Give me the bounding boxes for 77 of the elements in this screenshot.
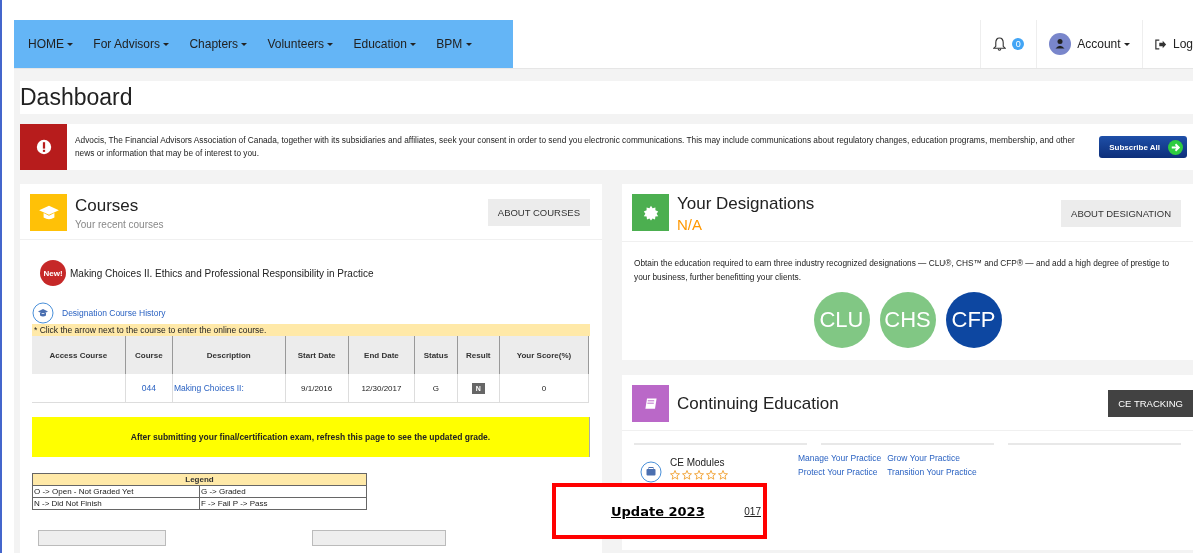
caret-icon [163, 43, 170, 47]
subscribe-all-button[interactable]: Subscribe All [1099, 136, 1187, 158]
table-cell: G [414, 374, 458, 403]
star-icon [670, 470, 680, 480]
table-cell: 12/30/2017 [348, 374, 415, 403]
cut-off-link[interactable]: 017 [744, 505, 761, 517]
new-badge: New! [40, 260, 66, 286]
practice-link[interactable]: Transition Your Practice [887, 467, 977, 477]
book-icon [642, 395, 659, 412]
legend-cell: O -> Open - Not Graded Yet [32, 485, 200, 498]
column-header: Status [414, 336, 458, 374]
grade-notice: After submitting your final/certification exam, refresh this page to see the updated grade. [32, 417, 590, 457]
column-header: Start Date [285, 336, 349, 374]
account-menu[interactable]: Account [1077, 37, 1130, 51]
caret-icon [327, 43, 334, 47]
star-icon [718, 470, 728, 480]
caret-icon [67, 43, 74, 47]
table-cell: 9/1/2016 [285, 374, 349, 403]
panel-subtitle: Your recent courses [75, 218, 165, 230]
practice-link[interactable]: Manage Your Practice [798, 453, 882, 463]
column-header: Your Score(%) [499, 336, 589, 374]
legend-title: Legend [32, 473, 367, 486]
caret-icon [410, 43, 417, 47]
course-link[interactable]: 044 [141, 383, 156, 393]
bell-icon[interactable] [993, 36, 1007, 52]
featured-course: Making Choices II. Ethics and Professional Responsibility in Practice [70, 267, 374, 279]
star-icon [682, 470, 692, 480]
page-title: Dashboard [20, 81, 1193, 114]
nav-menu-item[interactable]: Volunteers [257, 37, 344, 51]
column-header: Result [457, 336, 500, 374]
user-avatar-icon [1049, 33, 1072, 55]
nav-menu-item[interactable]: Education [343, 37, 427, 51]
star-icon [694, 470, 704, 480]
course-history-link[interactable]: Designation Course History [62, 308, 166, 318]
consent-message: Advocis, The Financial Advisors Association of Canada, together with its subsidiaries and affiliates, seek your consent in order to send you electronic communications. This may include communications about regulatory changes, education programs, membership, and other news or information that may be of interest to you. [75, 134, 1076, 160]
panel-title: Continuing Education [677, 393, 840, 414]
panel-title: Courses [75, 195, 140, 216]
logout-icon [1154, 38, 1167, 50]
caret-icon [465, 43, 472, 47]
practice-link[interactable]: Grow Your Practice [887, 453, 977, 463]
panel-title: Your Designations [677, 194, 816, 214]
column-header: Description [172, 336, 286, 374]
legend-cell: F -> Fail P -> Pass [199, 497, 367, 510]
notification-badge: 0 [1012, 38, 1025, 50]
nav-menu-item[interactable]: BPM [426, 37, 482, 51]
designation-description: Obtain the education required to earn three industry recognized designations — CLU®, CHS™ and CFP® — and add a high degree of prestige to your business, further benefitting your clients. [634, 257, 1171, 284]
arrow-right-icon [1168, 139, 1183, 155]
button-edge[interactable] [38, 530, 166, 546]
nav-menu-item[interactable]: For Advisors [83, 37, 180, 51]
course-link[interactable]: Making Choices II: [173, 383, 244, 393]
column-header: End Date [348, 336, 415, 374]
column-header: Access Course [32, 336, 126, 374]
star-icon [706, 470, 716, 480]
designation-status: N/A [677, 216, 703, 233]
callout-text: Update 2023 [611, 503, 705, 519]
instruction-note: * Click the arrow next to the course to enter the online course. [32, 324, 590, 336]
designation-badge: CHS [879, 292, 936, 348]
seal-icon [642, 204, 659, 221]
ce-tracking-button[interactable]: CE TRACKING [1108, 390, 1193, 417]
button-edge[interactable] [312, 530, 446, 546]
nav-menu-item[interactable]: HOME [18, 37, 84, 51]
about-designation-button[interactable]: ABOUT DESIGNATION [1061, 200, 1181, 227]
legend-cell: G -> Graded [199, 485, 367, 498]
nav-menu-item[interactable]: Chapters [179, 37, 258, 51]
legend-cell: N -> Did Not Finish [32, 497, 200, 510]
caret-icon [241, 43, 248, 47]
logout-link[interactable]: Log [1172, 37, 1193, 51]
table-cell: 0 [499, 374, 589, 403]
column-header: Course [125, 336, 173, 374]
graduation-cap-icon [37, 203, 60, 222]
about-courses-button[interactable]: ABOUT COURSES [487, 199, 590, 226]
designation-badge: CLU [813, 292, 870, 348]
practice-link[interactable]: Protect Your Practice [798, 467, 882, 477]
designation-badge: CFP [945, 292, 1002, 348]
module-title: CE Modules [670, 457, 726, 468]
graduation-cap-icon [32, 302, 54, 324]
exclamation-icon [35, 139, 52, 155]
